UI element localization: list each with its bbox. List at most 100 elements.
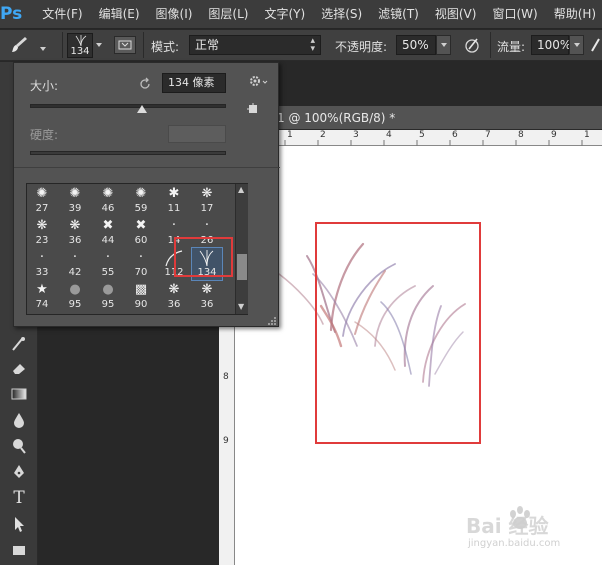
ruler-label: 4 <box>386 130 392 140</box>
brush-size-label: 74 <box>35 299 49 310</box>
resize-grip-icon[interactable] <box>267 315 277 325</box>
brush-size-label: 95 <box>68 299 82 310</box>
opacity-dropdown-button[interactable] <box>436 35 451 55</box>
panel-settings-gear-icon[interactable] <box>248 73 270 89</box>
menu-layer[interactable]: 图层(L) <box>200 0 256 29</box>
brush-preset[interactable]: ▩ 90 <box>126 280 156 312</box>
preset-grid-scrollbar[interactable]: ▲ ▼ <box>235 184 248 314</box>
ruler-label: 1 <box>287 130 293 140</box>
brush-size-label: 134 <box>70 46 90 57</box>
brush-preset[interactable]: ❋ 17 <box>192 184 222 216</box>
splatter-brush-icon: ✺ <box>69 186 81 201</box>
flow-dropdown-button[interactable] <box>569 35 584 55</box>
brush-preset-picker[interactable]: 134 <box>67 33 93 58</box>
menu-help[interactable]: 帮助(H) <box>546 0 602 29</box>
menu-file[interactable]: 文件(F) <box>34 0 90 29</box>
splatter-brush-icon: ❋ <box>168 282 180 297</box>
scroll-down-arrow-icon[interactable]: ▼ <box>238 302 244 311</box>
menu-select[interactable]: 选择(S) <box>313 0 370 29</box>
type-icon[interactable]: T <box>6 486 32 510</box>
brush-size-label: 11 <box>167 203 181 214</box>
new-preset-icon[interactable] <box>247 103 259 115</box>
brush-size-label: 46 <box>101 203 115 214</box>
pen-icon[interactable] <box>6 460 32 484</box>
brush-preset[interactable]: ★ 74 <box>27 280 57 312</box>
brush-preset[interactable]: ❋ 36 <box>60 216 90 248</box>
updown-arrows-icon: ▴ ▾ <box>310 36 315 54</box>
brush-preset[interactable]: ● 95 <box>60 280 90 312</box>
hardness-input <box>168 125 226 143</box>
brush-size-label: 90 <box>134 299 148 310</box>
brush-size-label: 36 <box>200 299 214 310</box>
history-brush-icon[interactable] <box>6 332 32 356</box>
ruler-label: 1 <box>584 130 590 140</box>
ruler-horizontal[interactable]: 1 2 3 4 5 6 7 8 9 1 <box>273 130 602 146</box>
brush-preset[interactable]: ❋ 36 <box>192 280 222 312</box>
blur-icon[interactable] <box>6 408 32 432</box>
brush-preset[interactable]: ❋ 23 <box>27 216 57 248</box>
brush-preset[interactable]: · 70 <box>126 248 156 280</box>
menu-filter[interactable]: 滤镜(T) <box>370 0 427 29</box>
gradient-icon[interactable] <box>6 382 32 406</box>
brush-preset[interactable]: ● 95 <box>93 280 123 312</box>
brush-preset[interactable]: ✱ 11 <box>159 184 189 216</box>
tool-preset-dropdown-arrow[interactable] <box>40 40 46 54</box>
mode-select[interactable]: 正常 ▴ ▾ <box>189 35 321 55</box>
document-tab[interactable]: 1 @ 100%(RGB/8) * <box>275 106 602 130</box>
menu-view[interactable]: 视图(V) <box>427 0 485 29</box>
size-slider[interactable] <box>30 104 226 108</box>
ruler-label: 2 <box>320 130 326 140</box>
menu-image[interactable]: 图像(I) <box>148 0 201 29</box>
scroll-up-arrow-icon[interactable]: ▲ <box>238 185 244 194</box>
brush-size-label: 44 <box>101 235 115 246</box>
opacity-input[interactable]: 50% <box>396 35 436 55</box>
dodge-icon[interactable] <box>6 434 32 458</box>
round-brush-icon: · <box>138 250 144 265</box>
brush-preset[interactable]: ❋ 36 <box>159 280 189 312</box>
reset-size-icon[interactable] <box>138 77 152 91</box>
brush-size-label: 23 <box>35 235 49 246</box>
menu-edit[interactable]: 编辑(E) <box>91 0 148 29</box>
airbrush-icon[interactable] <box>590 35 602 55</box>
menu-type[interactable]: 文字(Y) <box>256 0 313 29</box>
brush-preset[interactable]: ✺ 39 <box>60 184 90 216</box>
size-input[interactable]: 134 像素 <box>162 73 226 93</box>
brush-preset[interactable]: · 55 <box>93 248 123 280</box>
divider <box>143 32 144 58</box>
path-selection-icon[interactable] <box>6 512 32 536</box>
rectangle-shape-icon[interactable] <box>6 538 32 562</box>
brush-size-label: 59 <box>134 203 148 214</box>
round-brush-icon: · <box>204 218 210 233</box>
brush-size-label: 36 <box>167 299 181 310</box>
brush-tool-icon[interactable] <box>4 33 36 57</box>
charcoal-brush-icon: ✖ <box>102 218 114 233</box>
brush-preset[interactable]: · 33 <box>27 248 57 280</box>
brush-preset[interactable]: ✖ 44 <box>93 216 123 248</box>
watermark-text: Bai 经验 <box>466 514 549 538</box>
brush-preset[interactable]: ✺ 27 <box>27 184 57 216</box>
pressure-opacity-icon[interactable] <box>462 35 482 55</box>
texture-brush-icon: ▩ <box>134 282 148 297</box>
ruler-label: 8 <box>518 130 524 140</box>
divider <box>62 32 63 58</box>
brush-size-label: 95 <box>101 299 115 310</box>
toggle-brush-panel-icon[interactable] <box>114 36 136 54</box>
brush-preset[interactable]: ✺ 46 <box>93 184 123 216</box>
brush-preset[interactable]: ✺ 59 <box>126 184 156 216</box>
menu-bar: Ps 文件(F) 编辑(E) 图像(I) 图层(L) 文字(Y) 选择(S) 滤… <box>0 0 602 29</box>
ruler-label: 9 <box>551 130 557 140</box>
brush-preset-picker-panel: 大小: 134 像素 硬度: ▲ ▼ ✺ 27 ✺ 39 ✺ 46 ✺ 59 ✱ 11 ❋… <box>13 62 280 327</box>
opacity-label: 不透明度: <box>335 40 388 54</box>
brush-picker-dropdown-arrow[interactable] <box>96 33 106 57</box>
scrollbar-thumb[interactable] <box>237 254 247 280</box>
brush-preset[interactable]: · 42 <box>60 248 90 280</box>
mode-label: 模式: <box>151 40 180 54</box>
flow-label: 流量: <box>497 40 526 54</box>
brush-size-label: 17 <box>200 203 214 214</box>
flow-input[interactable]: 100% <box>531 35 571 55</box>
menu-window[interactable]: 窗口(W) <box>484 0 545 29</box>
brush-preset[interactable]: ✖ 60 <box>126 216 156 248</box>
eraser-icon[interactable] <box>6 356 32 380</box>
size-slider-thumb[interactable] <box>136 105 147 113</box>
splatter-brush-icon: ✺ <box>36 186 48 201</box>
